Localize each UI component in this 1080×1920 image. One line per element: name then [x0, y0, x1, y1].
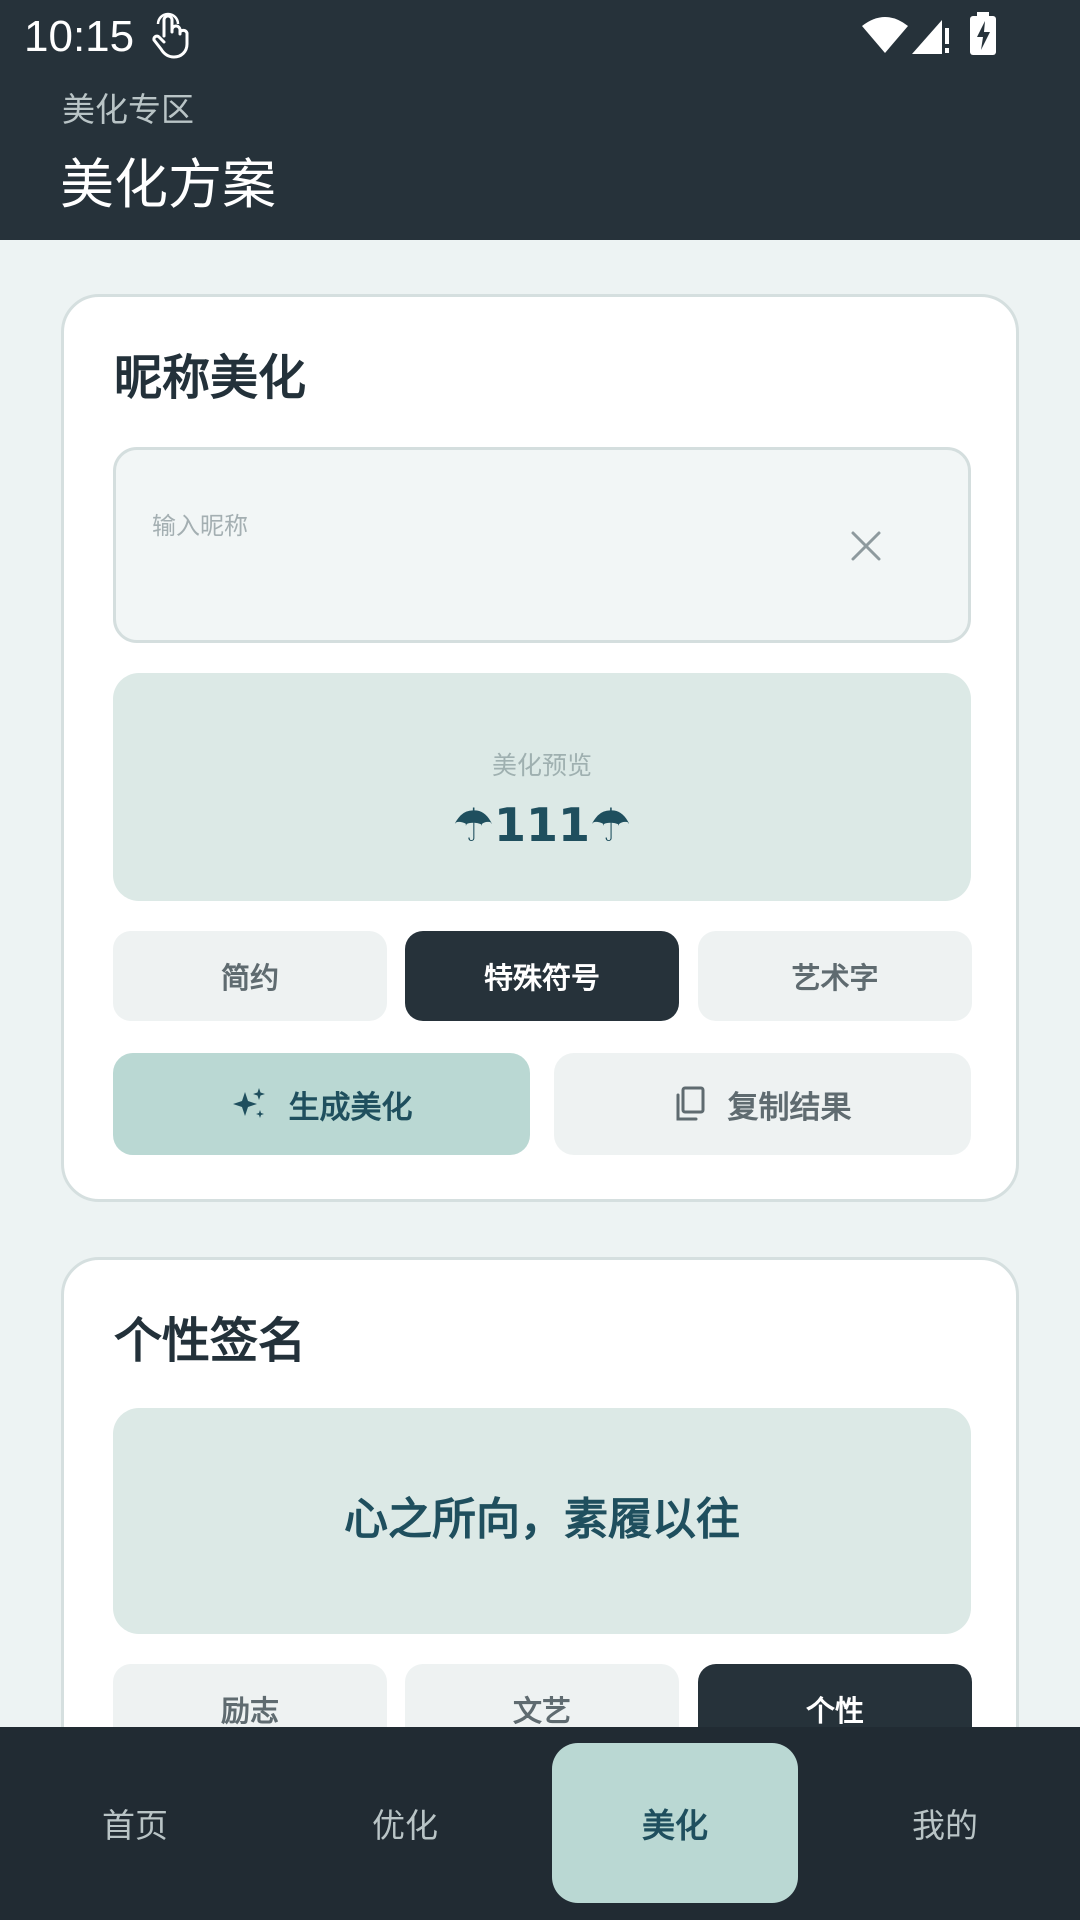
style-option-special-symbols[interactable]: 特殊符号	[405, 931, 679, 1021]
page-title: 美化方案	[60, 153, 276, 216]
generate-label: 生成美化	[288, 1089, 413, 1126]
signal-icon	[912, 20, 949, 54]
status-time: 10:15	[24, 12, 135, 61]
nickname-card: 昵称美化 美化预览 ☂111☂ 简约 特殊符号 艺术字 生成美化 复制结果	[61, 294, 1019, 1202]
signature-text: 心之所向，素履以往	[344, 1494, 740, 1545]
generate-button[interactable]: 生成美化	[113, 1053, 530, 1155]
style-option-simple[interactable]: 简约	[113, 931, 387, 1021]
nav-item-optimize[interactable]: 优化	[282, 1743, 528, 1903]
sparkle-icon	[232, 1088, 265, 1118]
header-subtitle: 美化专区	[62, 90, 194, 129]
preview-label: 美化预览	[491, 751, 592, 780]
clear-icon[interactable]	[850, 530, 882, 562]
copy-icon	[676, 1086, 704, 1121]
nickname-input-box[interactable]	[113, 447, 971, 643]
touch-icon	[152, 12, 189, 59]
battery-charging-icon	[970, 12, 996, 55]
preview-value: ☂111☂	[452, 798, 632, 852]
copy-label: 复制结果	[727, 1089, 852, 1126]
nickname-card-title: 昵称美化	[114, 350, 307, 406]
nickname-preview: 美化预览 ☂111☂	[113, 673, 971, 901]
nav-item-home[interactable]: 首页	[12, 1743, 258, 1903]
status-bar: 10:15	[0, 0, 1080, 72]
bottom-nav: 首页 优化 美化 我的	[0, 1727, 1080, 1920]
nickname-input[interactable]	[152, 506, 772, 546]
signature-preview: 心之所向，素履以往	[113, 1408, 971, 1634]
wifi-icon	[862, 17, 908, 53]
signature-card-title: 个性签名	[114, 1313, 307, 1369]
nav-item-mine[interactable]: 我的	[822, 1743, 1068, 1903]
app-header: 10:15 美化专区 美化方案	[0, 0, 1080, 240]
copy-button[interactable]: 复制结果	[554, 1053, 971, 1155]
nav-item-beautify[interactable]: 美化	[552, 1743, 798, 1903]
style-option-art-text[interactable]: 艺术字	[698, 931, 972, 1021]
